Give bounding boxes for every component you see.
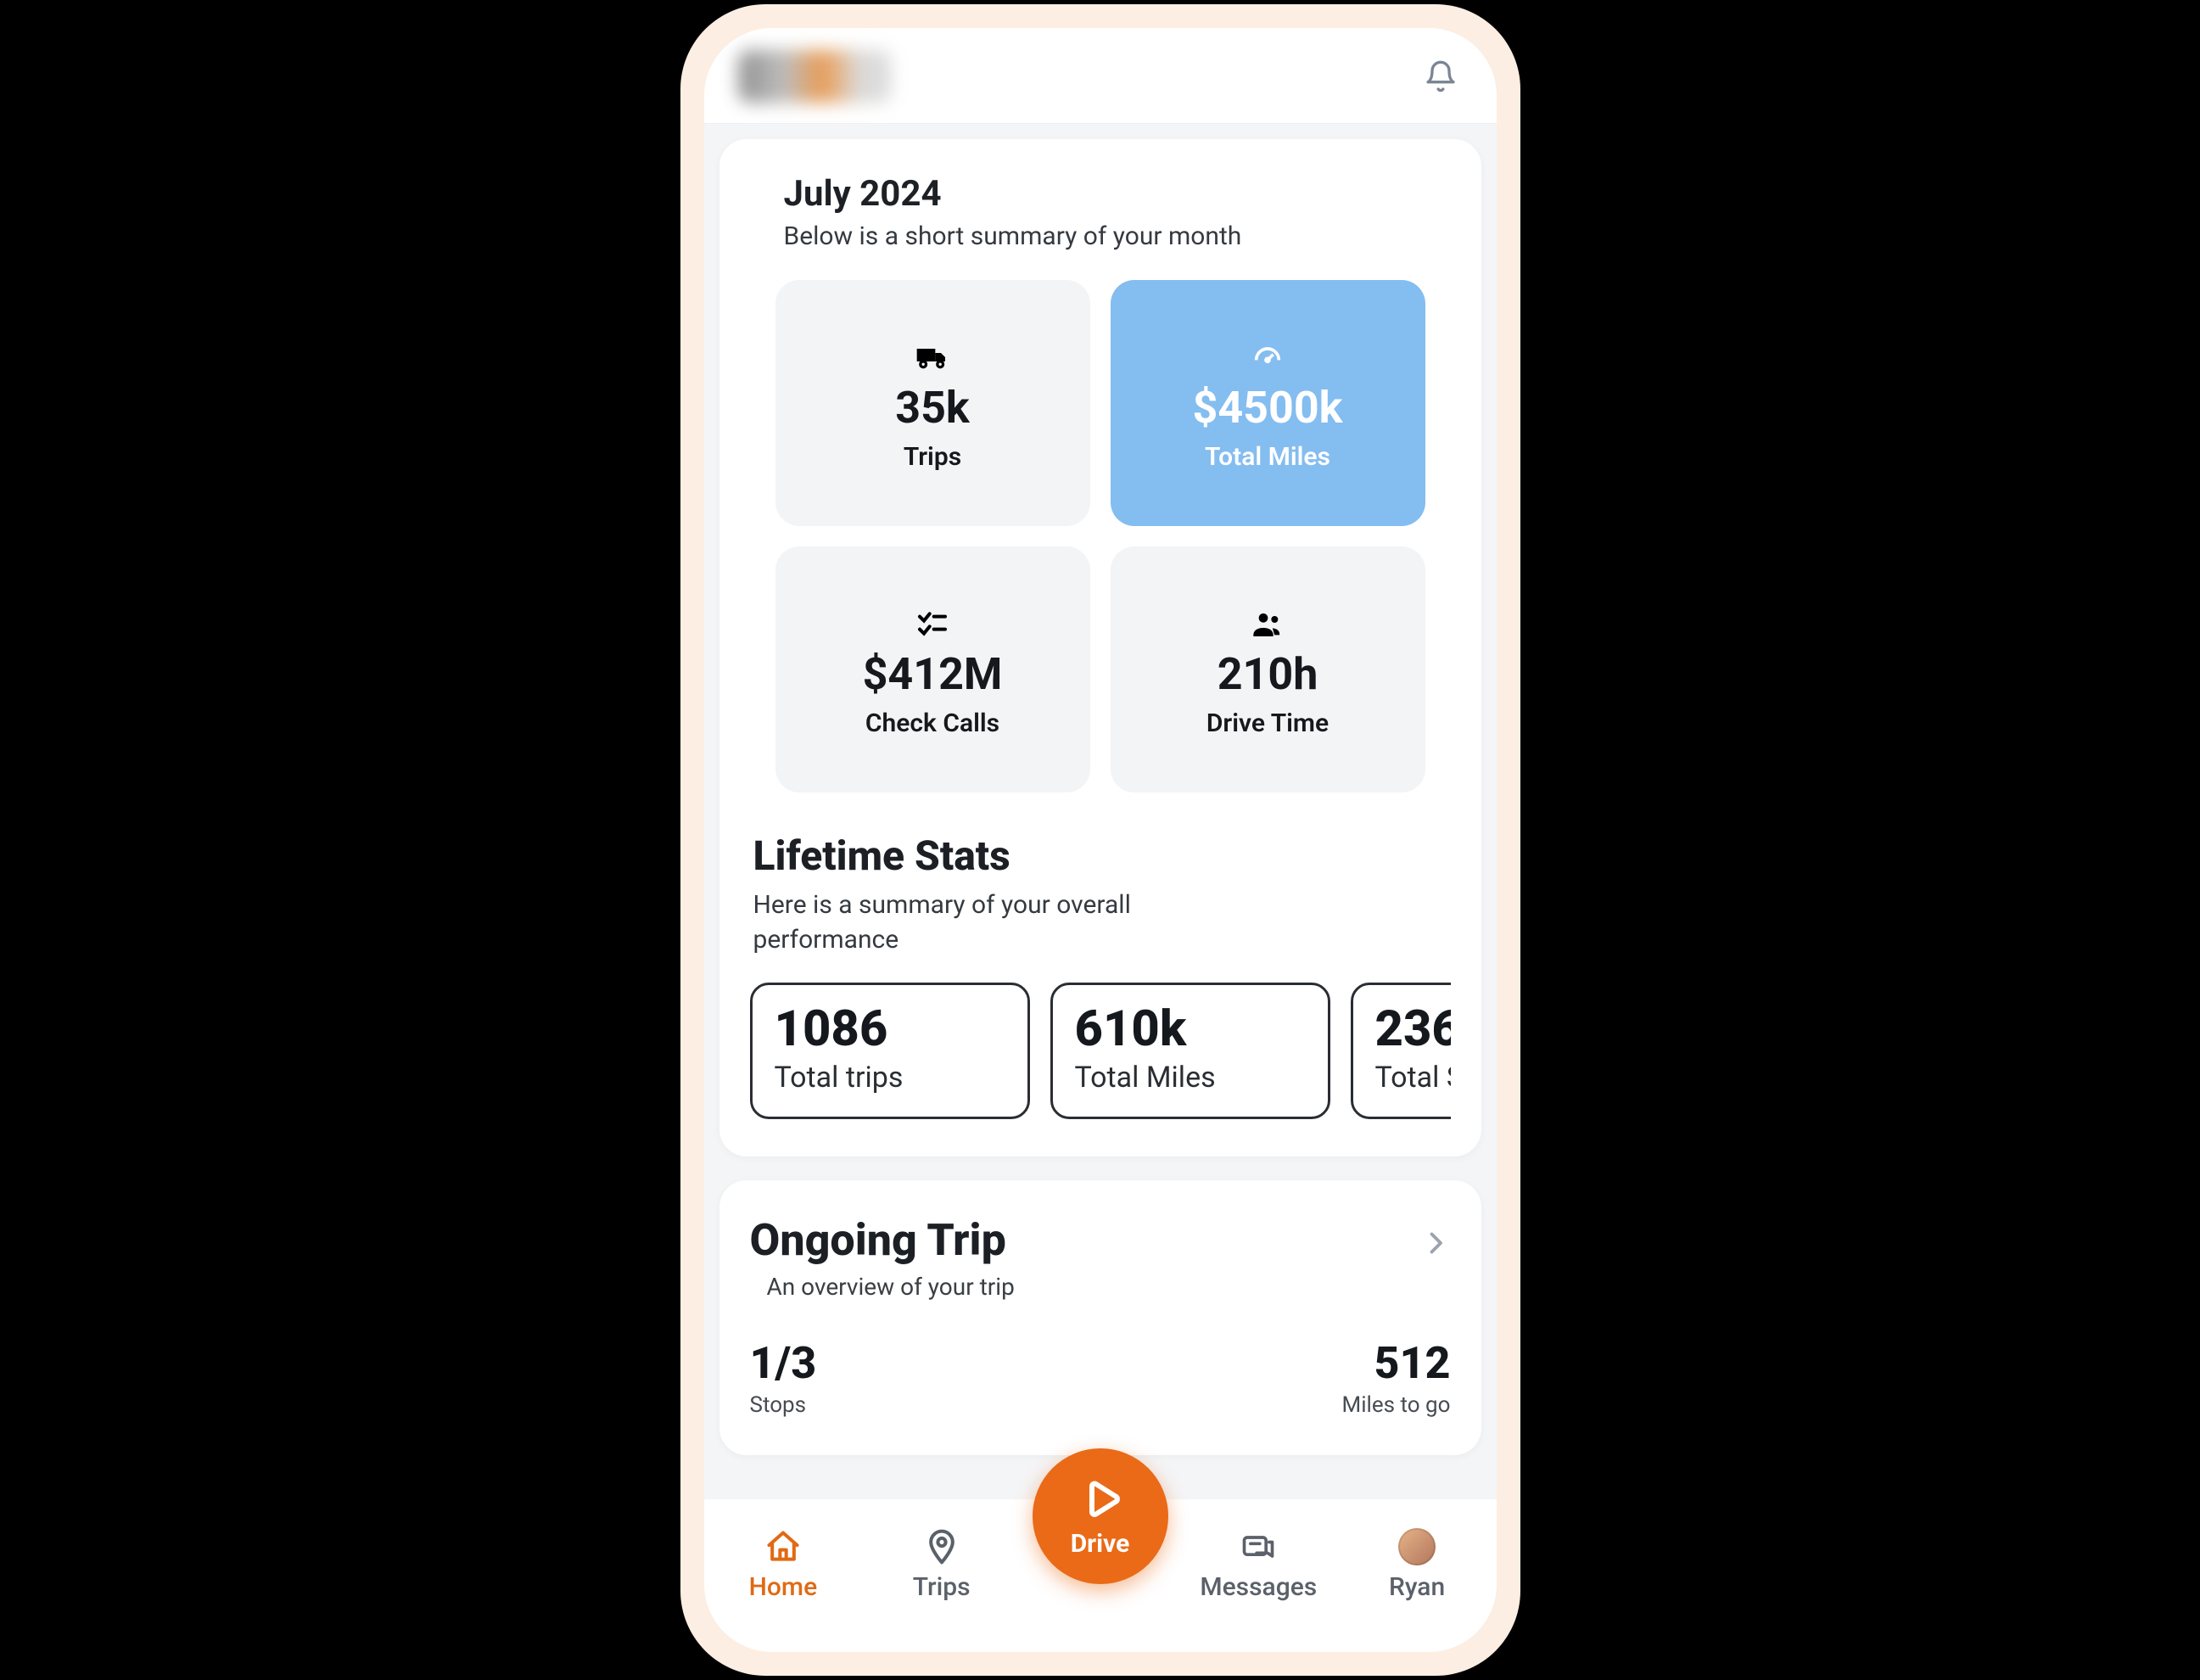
lifetime-subtitle: Here is a summary of your overall perfor… bbox=[753, 888, 1195, 957]
tab-home-label: Home bbox=[749, 1572, 818, 1602]
ongoing-stops: 1/3 Stops bbox=[750, 1341, 817, 1418]
avatar bbox=[1398, 1528, 1436, 1565]
ongoing-miles: 512 Miles to go bbox=[1342, 1341, 1451, 1418]
lifetime-partial-label: Total S bbox=[1375, 1061, 1451, 1095]
app-header bbox=[704, 28, 1497, 124]
lifetime-card-trips[interactable]: 1086 Total trips bbox=[750, 983, 1030, 1119]
scroll-content[interactable]: July 2024 Below is a short summary of yo… bbox=[704, 124, 1497, 1499]
tile-check-calls-value: $412M bbox=[863, 652, 1003, 697]
lifetime-card-partial[interactable]: 236 Total S bbox=[1351, 983, 1451, 1119]
tile-drive-time[interactable]: 210h Drive Time bbox=[1111, 546, 1425, 792]
tile-drive-time-label: Drive Time bbox=[1206, 708, 1329, 738]
ongoing-title: Ongoing Trip bbox=[750, 1214, 1015, 1266]
tab-profile-label: Ryan bbox=[1389, 1572, 1445, 1602]
month-subtitle: Below is a short summary of your month bbox=[784, 221, 1451, 251]
chevron-right-icon[interactable] bbox=[1420, 1228, 1451, 1258]
checklist-icon bbox=[915, 607, 949, 641]
lifetime-partial-value: 236 bbox=[1375, 1004, 1451, 1056]
tile-check-calls-label: Check Calls bbox=[865, 708, 999, 738]
lifetime-title: Lifetime Stats bbox=[753, 832, 1451, 880]
home-icon bbox=[764, 1528, 802, 1565]
drive-label: Drive bbox=[1071, 1529, 1130, 1559]
device-bezel: July 2024 Below is a short summary of yo… bbox=[680, 4, 1520, 1676]
notifications-button[interactable] bbox=[1419, 54, 1463, 98]
play-icon bbox=[1075, 1475, 1126, 1526]
month-tiles-grid: 35k Trips $4500k Total Miles bbox=[750, 280, 1451, 792]
lifetime-card-miles[interactable]: 610k Total Miles bbox=[1050, 983, 1330, 1119]
tab-trips[interactable]: Trips bbox=[870, 1516, 1014, 1602]
month-summary-card: July 2024 Below is a short summary of yo… bbox=[719, 139, 1481, 1156]
tile-trips-label: Trips bbox=[904, 442, 961, 472]
lifetime-scroll[interactable]: 1086 Total trips 610k Total Miles 236 To… bbox=[750, 983, 1451, 1119]
tile-total-miles-value: $4500k bbox=[1193, 386, 1343, 430]
lifetime-trips-label: Total trips bbox=[775, 1061, 1005, 1095]
people-icon bbox=[1251, 607, 1285, 641]
ongoing-miles-value: 512 bbox=[1342, 1341, 1451, 1386]
tab-profile[interactable]: Ryan bbox=[1345, 1516, 1489, 1602]
lifetime-miles-value: 610k bbox=[1075, 1004, 1306, 1056]
tab-trips-label: Trips bbox=[913, 1572, 971, 1602]
tile-trips-value: 35k bbox=[895, 386, 969, 430]
tab-messages[interactable]: Messages bbox=[1186, 1516, 1330, 1602]
ongoing-trip-card[interactable]: Ongoing Trip An overview of your trip 1/… bbox=[719, 1180, 1481, 1455]
ongoing-miles-label: Miles to go bbox=[1342, 1392, 1451, 1418]
tab-home[interactable]: Home bbox=[711, 1516, 855, 1602]
tile-check-calls[interactable]: $412M Check Calls bbox=[775, 546, 1090, 792]
ongoing-subtitle: An overview of your trip bbox=[767, 1273, 1015, 1301]
tile-total-miles[interactable]: $4500k Total Miles bbox=[1111, 280, 1425, 526]
lifetime-miles-label: Total Miles bbox=[1075, 1061, 1306, 1095]
tile-drive-time-value: 210h bbox=[1218, 652, 1318, 697]
ongoing-stops-value: 1/3 bbox=[750, 1341, 817, 1386]
location-icon bbox=[923, 1528, 960, 1565]
tile-total-miles-label: Total Miles bbox=[1205, 442, 1330, 472]
tab-bar: Home Trips Messages Ryan Drive bbox=[704, 1499, 1497, 1652]
ongoing-stops-label: Stops bbox=[750, 1392, 817, 1418]
messages-icon bbox=[1240, 1528, 1277, 1565]
tab-messages-label: Messages bbox=[1200, 1572, 1317, 1602]
drive-button[interactable]: Drive bbox=[1033, 1448, 1168, 1584]
speed-icon bbox=[1251, 340, 1285, 374]
tile-trips[interactable]: 35k Trips bbox=[775, 280, 1090, 526]
screen: July 2024 Below is a short summary of yo… bbox=[704, 28, 1497, 1652]
app-logo bbox=[738, 50, 891, 103]
month-title: July 2024 bbox=[784, 173, 1451, 215]
lifetime-trips-value: 1086 bbox=[775, 1004, 1005, 1056]
truck-icon bbox=[915, 340, 949, 374]
bell-icon bbox=[1424, 59, 1458, 93]
